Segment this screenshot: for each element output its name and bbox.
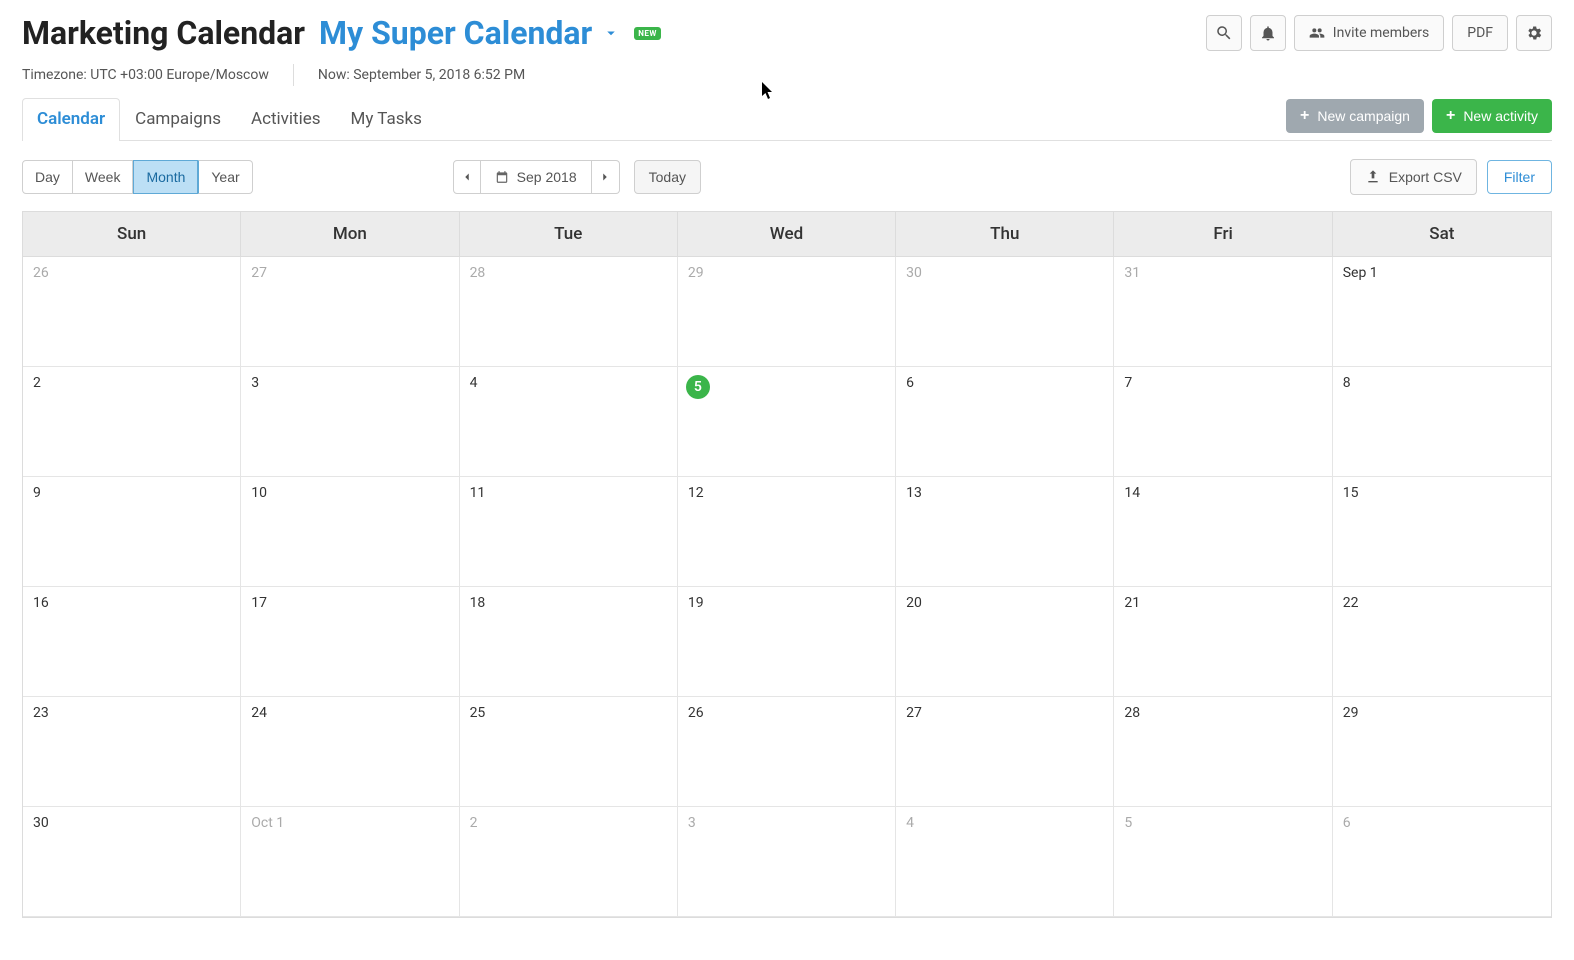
new-badge: NEW xyxy=(634,27,661,40)
day-cell[interactable]: 2 xyxy=(23,367,241,477)
day-cell[interactable]: 7 xyxy=(1114,367,1332,477)
search-icon xyxy=(1215,24,1233,42)
export-csv-label: Export CSV xyxy=(1389,169,1462,185)
day-cell[interactable]: Sep 1 xyxy=(1333,257,1551,367)
tab-my-tasks[interactable]: My Tasks xyxy=(336,98,437,141)
weekday-header: Tue xyxy=(460,212,678,256)
month-label: Sep 2018 xyxy=(517,169,577,185)
tab-campaigns[interactable]: Campaigns xyxy=(120,98,236,141)
weekday-header: Fri xyxy=(1114,212,1332,256)
calendar-icon xyxy=(495,170,509,184)
gear-icon xyxy=(1525,24,1543,42)
bell-icon xyxy=(1259,24,1277,42)
export-csv-button[interactable]: Export CSV xyxy=(1350,159,1477,195)
chevron-left-icon xyxy=(460,170,474,184)
day-cell[interactable]: 29 xyxy=(678,257,896,367)
day-cell[interactable]: 9 xyxy=(23,477,241,587)
day-cell[interactable]: 24 xyxy=(241,697,459,807)
timezone-label: Timezone: UTC +03:00 Europe/Moscow xyxy=(22,67,269,83)
day-cell[interactable]: 5 xyxy=(1114,807,1332,917)
notifications-button[interactable] xyxy=(1250,15,1286,51)
day-cell[interactable]: 28 xyxy=(1114,697,1332,807)
prev-month-button[interactable] xyxy=(453,160,481,194)
day-cell[interactable]: 4 xyxy=(460,367,678,477)
new-activity-button[interactable]: + New activity xyxy=(1432,99,1552,133)
day-cell[interactable]: 19 xyxy=(678,587,896,697)
day-cell[interactable]: 27 xyxy=(241,257,459,367)
day-cell[interactable]: 13 xyxy=(896,477,1114,587)
settings-button[interactable] xyxy=(1516,15,1552,51)
invite-members-label: Invite members xyxy=(1333,25,1429,41)
tab-activities[interactable]: Activities xyxy=(236,98,336,141)
day-cell[interactable]: 29 xyxy=(1333,697,1551,807)
day-cell[interactable]: 5 xyxy=(678,367,896,477)
day-cell[interactable]: 17 xyxy=(241,587,459,697)
day-cell[interactable]: 6 xyxy=(896,367,1114,477)
next-month-button[interactable] xyxy=(592,160,620,194)
day-cell[interactable]: 15 xyxy=(1333,477,1551,587)
day-cell[interactable]: 16 xyxy=(23,587,241,697)
day-cell[interactable]: 21 xyxy=(1114,587,1332,697)
month-picker-button[interactable]: Sep 2018 xyxy=(481,160,592,194)
weekday-header: Sun xyxy=(23,212,241,256)
today-button[interactable]: Today xyxy=(634,160,701,194)
calendar-name-label: My Super Calendar xyxy=(319,14,592,52)
day-cell[interactable]: 26 xyxy=(678,697,896,807)
day-cell[interactable]: 8 xyxy=(1333,367,1551,477)
day-cell[interactable]: 28 xyxy=(460,257,678,367)
app-title: Marketing Calendar xyxy=(22,14,305,52)
upload-icon xyxy=(1365,169,1381,185)
day-cell[interactable]: 25 xyxy=(460,697,678,807)
weekday-header: Sat xyxy=(1333,212,1551,256)
day-cell[interactable]: 2 xyxy=(460,807,678,917)
day-cell[interactable]: 10 xyxy=(241,477,459,587)
view-year-button[interactable]: Year xyxy=(198,160,252,194)
view-month-button[interactable]: Month xyxy=(133,160,198,194)
day-cell[interactable]: 30 xyxy=(896,257,1114,367)
day-cell[interactable]: 4 xyxy=(896,807,1114,917)
day-cell[interactable]: 30 xyxy=(23,807,241,917)
view-week-button[interactable]: Week xyxy=(73,160,134,194)
day-cell[interactable]: 22 xyxy=(1333,587,1551,697)
chevron-right-icon xyxy=(598,170,612,184)
filter-button[interactable]: Filter xyxy=(1487,160,1552,194)
plus-icon: + xyxy=(1300,107,1309,125)
pdf-button[interactable]: PDF xyxy=(1452,15,1508,51)
calendar-selector[interactable]: My Super Calendar xyxy=(319,14,620,52)
divider xyxy=(293,64,294,86)
day-cell[interactable]: 18 xyxy=(460,587,678,697)
new-activity-label: New activity xyxy=(1463,108,1538,124)
day-cell[interactable]: 27 xyxy=(896,697,1114,807)
day-cell[interactable]: 3 xyxy=(241,367,459,477)
day-cell[interactable]: 14 xyxy=(1114,477,1332,587)
new-campaign-button[interactable]: + New campaign xyxy=(1286,99,1424,133)
today-marker: 5 xyxy=(686,375,710,399)
day-cell[interactable]: 3 xyxy=(678,807,896,917)
day-cell[interactable]: 31 xyxy=(1114,257,1332,367)
weekday-header: Thu xyxy=(896,212,1114,256)
day-cell[interactable]: 12 xyxy=(678,477,896,587)
day-cell[interactable]: Oct 1 xyxy=(241,807,459,917)
plus-icon: + xyxy=(1446,107,1455,125)
pdf-label: PDF xyxy=(1467,25,1493,41)
tab-calendar[interactable]: Calendar xyxy=(22,98,120,141)
day-cell[interactable]: 11 xyxy=(460,477,678,587)
people-icon xyxy=(1309,25,1325,41)
chevron-down-icon xyxy=(602,24,620,42)
invite-members-button[interactable]: Invite members xyxy=(1294,15,1444,51)
day-cell[interactable]: 26 xyxy=(23,257,241,367)
weekday-header: Mon xyxy=(241,212,459,256)
day-cell[interactable]: 23 xyxy=(23,697,241,807)
view-day-button[interactable]: Day xyxy=(22,160,73,194)
day-cell[interactable]: 6 xyxy=(1333,807,1551,917)
weekday-header: Wed xyxy=(678,212,896,256)
search-button[interactable] xyxy=(1206,15,1242,51)
day-cell[interactable]: 20 xyxy=(896,587,1114,697)
new-campaign-label: New campaign xyxy=(1317,108,1410,124)
now-label: Now: September 5, 2018 6:52 PM xyxy=(318,67,525,83)
calendar-grid: SunMonTueWedThuFriSat 262728293031Sep 12… xyxy=(22,211,1552,918)
